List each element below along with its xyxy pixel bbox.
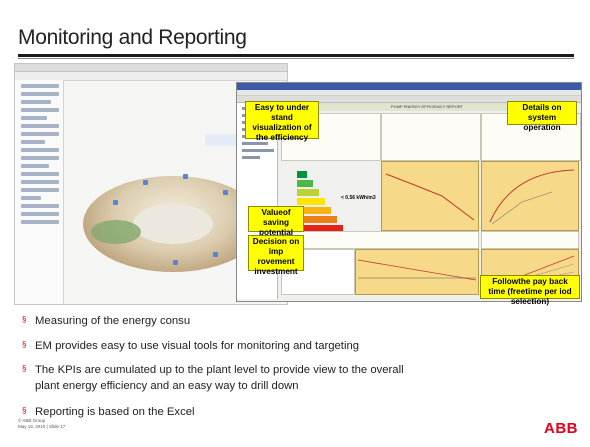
callout-visualization: Easy to under stand visualization of the… bbox=[245, 101, 319, 142]
bullet-text: EM provides easy to use visual tools for… bbox=[35, 340, 360, 352]
window-titlebar bbox=[15, 64, 287, 72]
bullet-text-line2: plant energy efficiency and an easy way … bbox=[35, 380, 299, 392]
title-rule bbox=[18, 54, 574, 57]
title-rule-thin bbox=[18, 58, 574, 59]
callout-details: Details on system operation bbox=[507, 101, 577, 132]
text-panel-middle bbox=[381, 113, 481, 161]
bullet-marker: § bbox=[22, 406, 27, 415]
bullet-marker: § bbox=[22, 315, 27, 324]
bullet-text-line1: The KPIs are cumulated up to the plant l… bbox=[35, 364, 404, 376]
slide-title: Monitoring and Reporting bbox=[18, 26, 247, 49]
flow-curve bbox=[385, 173, 475, 221]
rating-label: < 0.56 kWh/m3 bbox=[341, 195, 376, 201]
savings-curve bbox=[357, 259, 477, 281]
callout-value: Valueof saving potential bbox=[248, 206, 304, 237]
flow-plot bbox=[381, 161, 479, 231]
bullet-text: Reporting is based on the Excel bbox=[35, 406, 195, 418]
pump-curve bbox=[489, 169, 575, 225]
lower-text-panel bbox=[281, 231, 479, 249]
callout-decision: Decision on imp rovement investment bbox=[248, 235, 304, 276]
lower-text-panel-right bbox=[481, 231, 579, 249]
savings-plot bbox=[355, 249, 479, 295]
abb-logo: ABB bbox=[544, 420, 578, 437]
date-slide-number: May 19, 2010 | Slide 17 bbox=[18, 424, 66, 429]
bullet-marker: § bbox=[22, 340, 27, 349]
pump-curve-plot bbox=[481, 161, 579, 231]
bullet-text: Measuring of the energy consu bbox=[35, 315, 191, 327]
bullet-marker: § bbox=[22, 364, 27, 373]
callout-payback: Followthe pay back time (freetime per io… bbox=[480, 275, 580, 306]
navigation-tree bbox=[15, 80, 64, 304]
slide-footer: © ABB Group May 19, 2010 | Slide 17 bbox=[18, 418, 65, 430]
report-window-titlebar bbox=[237, 83, 581, 90]
